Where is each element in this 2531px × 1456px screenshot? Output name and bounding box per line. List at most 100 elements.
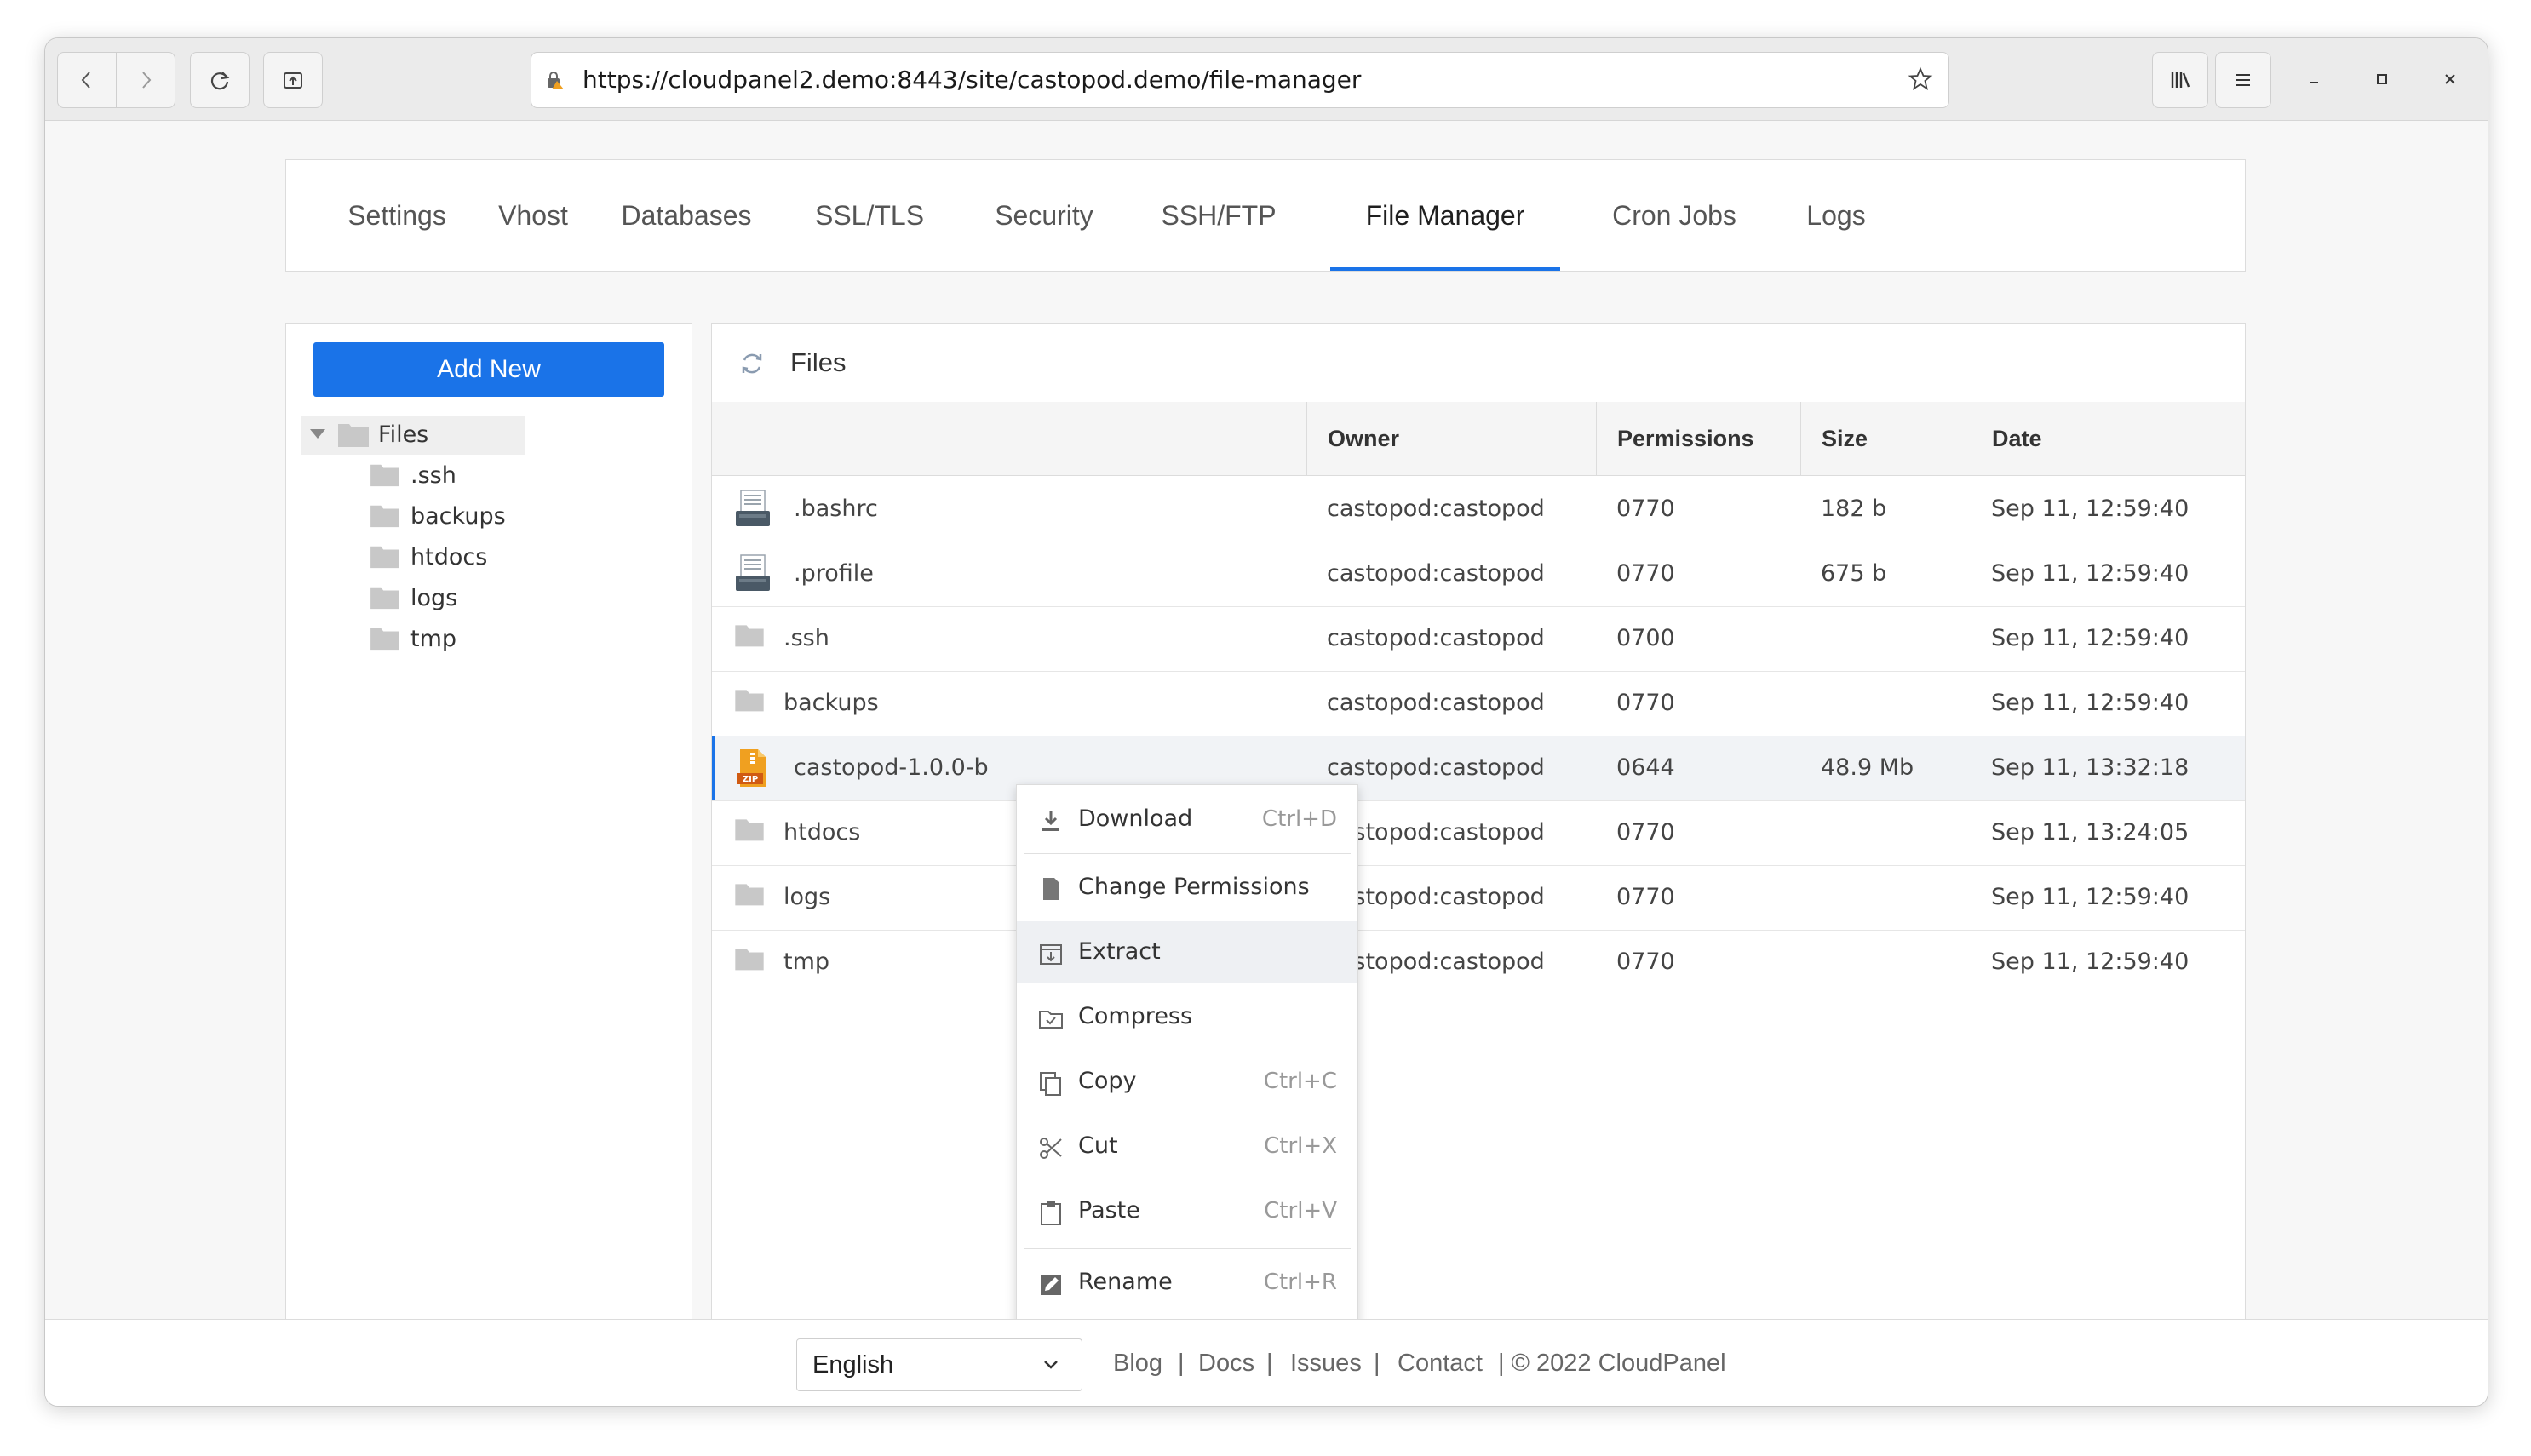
chevron-down-icon (1044, 1361, 1058, 1369)
date-cell: Sep 11, 12:59:40 (1991, 949, 2190, 975)
address-bar[interactable]: https://cloudpanel2.demo:8443/site/casto… (531, 52, 1949, 108)
tab-ssl-tls[interactable]: SSL/TLS (797, 160, 942, 271)
forward-button[interactable] (116, 53, 175, 107)
col-name-header[interactable] (712, 402, 1306, 475)
table-row[interactable]: htdocs castopod:castopod 0770 Sep 11, 13:24… (712, 800, 2245, 866)
table-row[interactable]: backups castopod:castopod 0770 Sep 11, 12:5… (712, 671, 2245, 737)
menu-item-change-permissions[interactable]: Change Permissions (1017, 857, 1357, 918)
tab-icon (284, 72, 302, 89)
owner-cell: castopod:castopod (1327, 819, 1545, 846)
add-new-button[interactable]: Add New (313, 342, 664, 397)
tree-item-label: .ssh (410, 462, 456, 489)
tree-item-label: htdocs (410, 544, 488, 570)
tree-item-tmp[interactable]: tmp (370, 620, 574, 659)
svg-text:ZIP: ZIP (743, 775, 758, 784)
menu-item-download[interactable]: Download Ctrl+D (1017, 788, 1357, 850)
footer-link-contact[interactable]: Contact (1398, 1320, 1483, 1406)
col-date-header[interactable]: Date (1971, 402, 2245, 475)
footer-link-blog[interactable]: Blog (1113, 1320, 1162, 1406)
maximize-button[interactable] (2355, 52, 2409, 106)
menu-item-label: Extract (1078, 938, 1161, 965)
col-owner-header[interactable]: Owner (1306, 402, 1596, 475)
col-permissions-header[interactable]: Permissions (1596, 402, 1800, 475)
copy-icon (1037, 1069, 1065, 1097)
tree-item-htdocs[interactable]: htdocs (370, 538, 574, 577)
tree-item-logs[interactable]: logs (370, 579, 574, 618)
table-row[interactable]: .profile castopod:castopod 0770 675 b Sep 11… (712, 542, 2245, 607)
menu-item-copy[interactable]: Copy Ctrl+C (1017, 1051, 1357, 1112)
browser-window: https://cloudpanel2.demo:8443/site/casto… (44, 37, 2488, 1407)
menu-item-label: Paste (1078, 1197, 1140, 1224)
folder-icon (732, 812, 766, 846)
menu-item-rename[interactable]: Rename Ctrl+R (1017, 1252, 1357, 1313)
menu-item-cut[interactable]: Cut Ctrl+X (1017, 1115, 1357, 1177)
tree-root-files[interactable]: Files (301, 416, 525, 455)
permissions-cell: 0770 (1616, 884, 1675, 910)
menu-button[interactable] (2215, 52, 2271, 108)
back-button[interactable] (58, 53, 116, 107)
tab-ssh-ftp[interactable]: SSH/FTP (1146, 160, 1291, 271)
tab-cron-jobs[interactable]: Cron Jobs (1589, 160, 1759, 271)
paste-icon (1037, 1199, 1065, 1226)
footer-link-docs[interactable]: Docs (1198, 1320, 1254, 1406)
file-name-cell: .profile (794, 560, 874, 587)
tab-settings[interactable]: Settings (337, 160, 456, 271)
file-name-cell: .bashrc (794, 496, 878, 522)
reload-button[interactable] (191, 53, 249, 107)
tab-logs[interactable]: Logs (1794, 160, 1879, 271)
footer-link-issues[interactable]: Issues (1290, 1320, 1362, 1406)
folder-icon (338, 424, 369, 447)
size-cell: 675 b (1821, 560, 1887, 587)
cut-icon (1037, 1134, 1065, 1161)
menu-item-shortcut: Ctrl+V (1264, 1198, 1337, 1224)
table-row[interactable]: ZIP castopod-1.0.0-b castopod:castopod 0644… (712, 736, 2245, 801)
menu-item-label: Change Permissions (1078, 874, 1310, 900)
owner-cell: castopod:castopod (1327, 560, 1545, 587)
folder-icon (370, 546, 399, 569)
file-name-cell: .ssh (783, 625, 829, 651)
menu-separator (1024, 853, 1351, 854)
table-row[interactable]: .ssh castopod:castopod 0700 Sep 11, 12:59:4… (712, 606, 2245, 672)
reload-group (190, 52, 250, 108)
folder-icon (732, 877, 766, 911)
chevron-right-icon (142, 72, 152, 89)
menu-item-paste[interactable]: Paste Ctrl+V (1017, 1180, 1357, 1241)
table-row[interactable]: tmp castopod:castopod 0770 Sep 11, 12:59:40 (712, 930, 2245, 995)
tab-security[interactable]: Security (976, 160, 1112, 271)
tree-item-backups[interactable]: backups (370, 497, 574, 536)
tab-file-manager[interactable]: File Manager (1330, 160, 1560, 271)
permissions-cell: 0770 (1616, 690, 1675, 716)
new-tab-button[interactable] (264, 53, 322, 107)
footer-separator: | (1266, 1350, 1273, 1377)
library-button[interactable] (2152, 52, 2208, 108)
browser-toolbar: https://cloudpanel2.demo:8443/site/casto… (45, 38, 2488, 121)
menu-item-extract[interactable]: Extract (1017, 921, 1357, 983)
tree-item-label: backups (410, 503, 506, 530)
text-file-icon (732, 489, 773, 530)
table-header: Owner Permissions Size Date (712, 402, 2245, 476)
owner-cell: castopod:castopod (1327, 884, 1545, 910)
minimize-button[interactable] (2287, 52, 2341, 106)
tree-item-ssh[interactable]: .ssh (370, 456, 574, 496)
permissions-cell: 0770 (1616, 819, 1675, 846)
text-file-icon (732, 553, 773, 594)
table-row[interactable]: .bashrc castopod:castopod 0770 182 b Sep 11,… (712, 477, 2245, 542)
bookmark-star-icon[interactable] (1908, 66, 1933, 92)
tab-vhost[interactable]: Vhost (482, 160, 584, 271)
col-size-header[interactable]: Size (1800, 402, 1971, 475)
footer-separator: | (1178, 1350, 1185, 1377)
menu-item-compress[interactable]: Compress (1017, 986, 1357, 1047)
language-select[interactable]: English (796, 1338, 1082, 1391)
footer-copyright: | © 2022 CloudPanel (1498, 1350, 1726, 1377)
close-window-button[interactable] (2423, 52, 2477, 106)
context-menu: Download Ctrl+D Change Permissions Extract C… (1016, 784, 1358, 1360)
tree-item-label: logs (410, 585, 458, 611)
tab-databases[interactable]: Databases (610, 160, 763, 271)
owner-cell: castopod:castopod (1327, 625, 1545, 651)
permissions-cell: 0770 (1616, 560, 1675, 587)
table-row[interactable]: logs castopod:castopod 0770 Sep 11, 12:59:4… (712, 865, 2245, 931)
menu-separator (1024, 1248, 1351, 1249)
refresh-icon[interactable] (737, 349, 766, 378)
caret-down-icon[interactable] (310, 429, 325, 439)
date-cell: Sep 11, 12:59:40 (1991, 496, 2190, 522)
